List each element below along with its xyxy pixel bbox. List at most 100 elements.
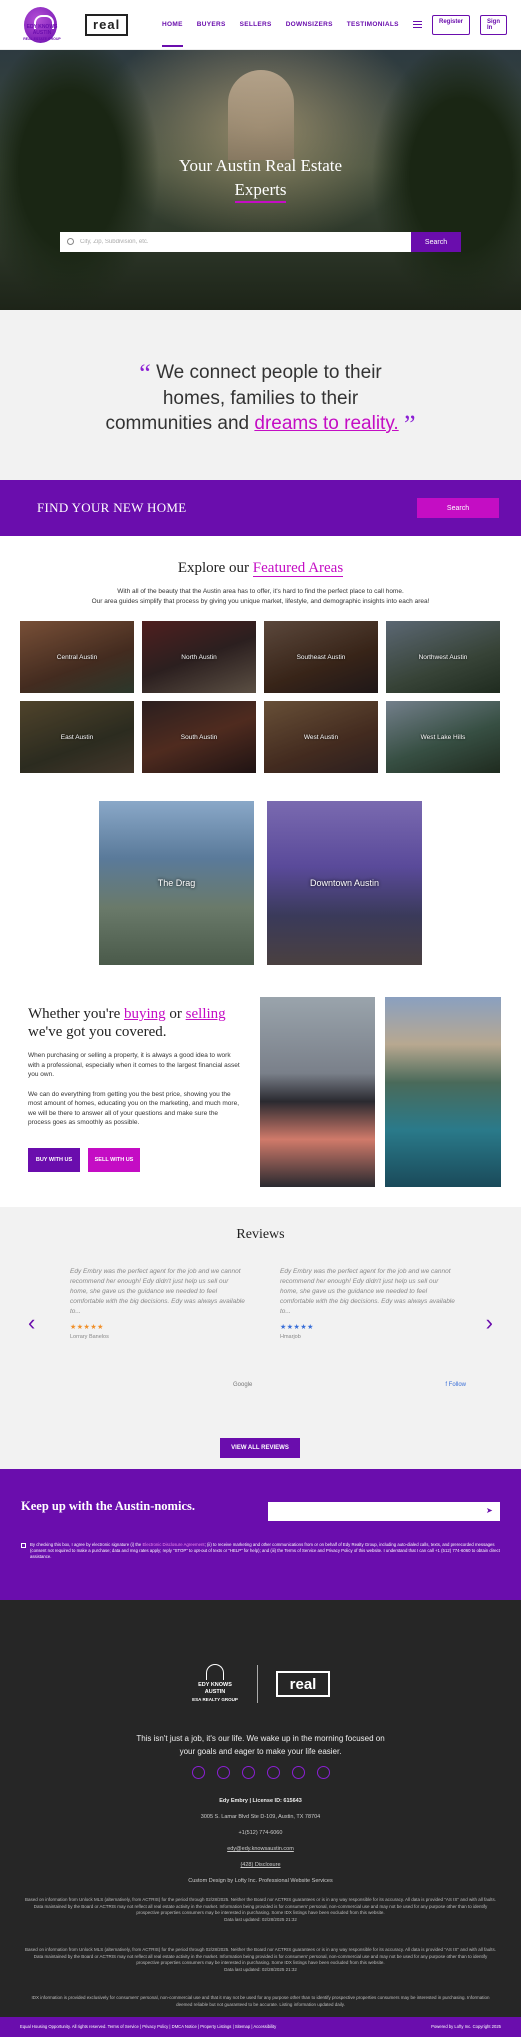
disclosure-link[interactable]: (428) Disclosure [0, 1857, 521, 1873]
review-text: Edy Embry was the perfect agent for the … [280, 1268, 455, 1315]
area-tile-northwest-austin[interactable]: Northwest Austin [386, 621, 500, 693]
review-stars: ★★★★★ [280, 1324, 314, 1331]
capitol-dome-image [228, 70, 294, 160]
review-stars: ★★★★★ [70, 1324, 104, 1331]
register-button[interactable]: Register [431, 14, 470, 35]
nav-testimonials[interactable]: TESTIMONIALS [347, 21, 399, 28]
email-field[interactable] [268, 1502, 500, 1521]
featured-areas: Explore our Featured Areas With all of t… [0, 536, 521, 965]
footer-real-logo[interactable]: real [276, 1671, 330, 1697]
arrow-left-icon[interactable]: ‹ [28, 1310, 35, 1336]
design-credit[interactable]: Custom Design by Lofty Inc. Professional… [0, 1873, 521, 1889]
view-all-reviews-button[interactable]: VIEW ALL REVIEWS [220, 1438, 300, 1458]
office-address: 3005 S. Lamar Blvd Ste D-109, Austin, TX… [200, 1814, 321, 1820]
area-tile-east-austin[interactable]: East Austin [20, 701, 134, 773]
nav-home[interactable]: HOME [162, 21, 183, 47]
social-icon[interactable] [241, 1766, 255, 1779]
social-links [0, 1766, 521, 1779]
featured-subtitle: With all of the beauty that the Austin a… [91, 588, 430, 605]
idx-disclaimer: IDX information is provided exclusively … [31, 1995, 490, 2007]
area-tile-north-austin[interactable]: North Austin [142, 621, 256, 693]
buy-sell-title: Whether you're buying or selling we've g… [28, 1006, 226, 1040]
review-card: Edy Embry was the perfect agent for the … [280, 1267, 458, 1340]
area-grid: Central Austin North Austin Southeast Au… [0, 607, 521, 773]
reviewer-name: Hmarjob [280, 1334, 301, 1340]
search-icon [67, 238, 74, 245]
agent-license: Edy Embry | License ID: 615643 [219, 1798, 302, 1804]
quote-line-1: We connect people to their [156, 362, 382, 383]
checkbox-icon[interactable] [21, 1543, 26, 1548]
email-link[interactable]: edy@edy.knowsaustin.com [0, 1841, 521, 1857]
reviews-title: Reviews [236, 1227, 285, 1242]
find-search-button[interactable]: Search [417, 498, 499, 518]
buy-with-us-button[interactable]: BUY WITH US [28, 1147, 80, 1172]
logo-emblem-icon [206, 1664, 224, 1680]
hero-banner: Your Austin Real Estate Experts Search [0, 50, 521, 310]
nav-buyers[interactable]: BUYERS [197, 21, 226, 28]
nav-sellers[interactable]: SELLERS [240, 21, 272, 28]
footer-bottom-bar: Equal Housing Opportunity. All rights re… [0, 2017, 521, 2037]
reviewer-name: Lorrary Banelos [70, 1334, 109, 1340]
arrow-right-icon[interactable]: › [486, 1310, 493, 1336]
menu-icon[interactable] [412, 21, 423, 28]
reviews-section: Reviews ‹ Edy Embry was the perfect agen… [0, 1207, 521, 1469]
newsletter-section: Keep up with the Austin-nomics. ➤ By che… [0, 1469, 521, 1600]
quote-line-2: homes, families to their [162, 388, 359, 409]
footer-brand-logo[interactable]: EDY KNOWS AUSTIN ESA REALTY GROUP [191, 1664, 239, 1704]
review-text: Edy Embry was the perfect agent for the … [70, 1268, 245, 1315]
social-icon[interactable] [266, 1766, 280, 1779]
google-badge[interactable]: Google [233, 1382, 252, 1388]
footer: EDY KNOWS AUSTIN ESA REALTY GROUP real Th… [0, 1600, 521, 2017]
mls-disclaimer: Based on information from Unlock MLS (al… [25, 1897, 497, 1922]
big-area-row: The Drag Downtown Austin [0, 801, 521, 965]
brand-logo[interactable]: EDY KNOWS AUSTIN REAL ESTATE GROUP [22, 24, 62, 42]
buy-sell-paragraph-1: When purchasing or selling a property, i… [28, 1052, 240, 1078]
mls-disclaimer: Based on information from Unlock MLS (al… [25, 1947, 497, 1972]
area-tile-south-austin[interactable]: South Austin [142, 701, 256, 773]
footer-legal-links[interactable]: Equal Housing Opportunity. All rights re… [20, 2024, 276, 2030]
featured-title: Explore our Featured Areas [177, 560, 344, 577]
social-icon[interactable] [291, 1766, 305, 1779]
quote-highlight: dreams to reality. [254, 413, 399, 434]
sign-in-button[interactable]: Sign In [480, 14, 507, 35]
social-icon[interactable] [216, 1766, 230, 1779]
facebook-follow-badge[interactable]: f Follow [445, 1382, 466, 1388]
find-home-title: FIND YOUR NEW HOME [37, 500, 187, 515]
quote-open-icon: “ [139, 359, 151, 388]
area-tile-central-austin[interactable]: Central Austin [20, 621, 134, 693]
find-home-bar: FIND YOUR NEW HOME Search [0, 480, 521, 536]
area-tile-west-lake-hills[interactable]: West Lake Hills [386, 701, 500, 773]
bats-bridge-image [259, 997, 376, 1187]
area-tile-the-drag[interactable]: The Drag [99, 801, 254, 965]
main-menu: HOME BUYERS SELLERS DOWNSIZERS TESTIMONI… [162, 21, 399, 47]
lady-bird-lake-image [385, 997, 501, 1187]
quote-line-3: communities and [105, 413, 255, 434]
hero-search: Search [60, 232, 461, 252]
buy-sell-paragraph-2: We can do everything from getting you th… [28, 1090, 240, 1127]
footer-tagline: This isn't just a job, it's our life. We… [136, 1734, 385, 1756]
disclosure-link[interactable]: Electronic Disclosure Agreement [143, 1542, 205, 1547]
send-icon[interactable]: ➤ [486, 1507, 494, 1515]
search-input[interactable] [60, 232, 411, 252]
divider [257, 1665, 258, 1703]
social-icon[interactable] [316, 1766, 330, 1779]
review-card: Edy Embry was the perfect agent for the … [70, 1267, 248, 1340]
area-tile-downtown-austin[interactable]: Downtown Austin [267, 801, 422, 965]
contact-info: Edy Embry | License ID: 615643 3005 S. L… [0, 1793, 521, 1889]
search-button[interactable]: Search [411, 232, 461, 252]
quote-close-icon: ” [403, 410, 416, 439]
sell-with-us-button[interactable]: SELL WITH US [88, 1147, 140, 1172]
top-nav: EDY KNOWS AUSTIN REAL ESTATE GROUP real H… [0, 0, 521, 50]
copyright: Powered by Lofty Inc. Copyright 2025 [431, 2024, 501, 2029]
consent-disclaimer: By checking this box, I agree by electro… [30, 1542, 500, 1559]
mission-quote: “ We connect people to their homes, fami… [0, 310, 521, 480]
hero-title: Your Austin Real Estate Experts [0, 154, 521, 203]
footer-logos: EDY KNOWS AUSTIN ESA REALTY GROUP real [0, 1664, 521, 1704]
area-tile-southeast-austin[interactable]: Southeast Austin [264, 621, 378, 693]
nav-downsizers[interactable]: DOWNSIZERS [286, 21, 333, 28]
area-tile-west-austin[interactable]: West Austin [264, 701, 378, 773]
social-icon[interactable] [191, 1766, 205, 1779]
buy-sell-section: Whether you're buying or selling we've g… [0, 965, 521, 1187]
real-logo[interactable]: real [85, 13, 129, 36]
phone-link[interactable]: +1(512) 774-6060 [0, 1825, 521, 1841]
